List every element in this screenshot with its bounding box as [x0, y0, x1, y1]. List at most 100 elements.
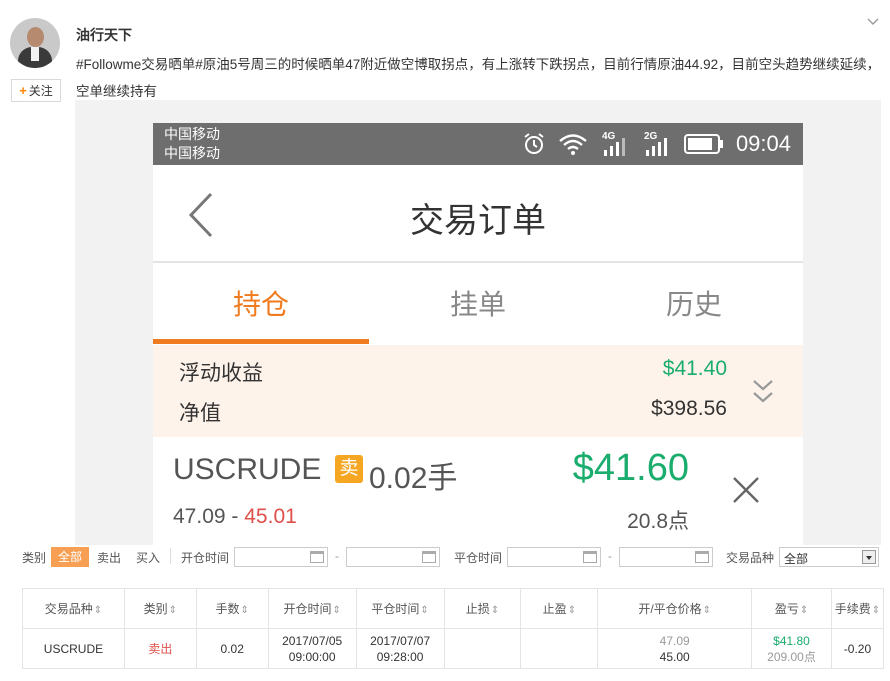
- cell-close-time: 2017/07/07 09:28:00: [355, 628, 445, 669]
- pnl-points: 209.00点: [767, 649, 816, 664]
- open-time: 09:00:00: [288, 649, 336, 664]
- column-header-lots[interactable]: 手数⇕: [195, 588, 269, 629]
- tab-positions[interactable]: 持仓: [153, 265, 369, 345]
- column-header-take-profit[interactable]: 止盈⇕: [520, 588, 599, 629]
- status-time: 09:04: [735, 131, 791, 156]
- battery-icon: [683, 134, 723, 154]
- status-bar: 中国移动 中国移动 4G 2G 09:04: [153, 123, 803, 165]
- app-navbar: 交易订单: [153, 165, 803, 263]
- column-label: 止损: [465, 602, 490, 616]
- symbol-select-value: 全部: [784, 552, 809, 566]
- column-label: 开仓时间: [283, 602, 332, 616]
- column-label: 开/平仓价格: [638, 602, 702, 616]
- open-date: 2017/07/05: [282, 633, 343, 648]
- close-position-icon[interactable]: [731, 475, 761, 505]
- close-time: 09:28:00: [376, 649, 424, 664]
- sort-icon[interactable]: ⇕: [872, 605, 880, 616]
- tab-pending[interactable]: 挂单: [370, 265, 586, 345]
- column-header-pnl[interactable]: 盈亏⇕: [751, 588, 832, 629]
- open-price: 47.09: [173, 505, 226, 528]
- cell-pnl: $41.80 209.00点: [751, 628, 832, 669]
- avatar[interactable]: [10, 18, 60, 68]
- sort-icon[interactable]: ⇕: [241, 605, 249, 616]
- position-points: 20.8点: [627, 510, 689, 533]
- date-range-dash: -: [335, 549, 339, 563]
- sort-icon[interactable]: ⇕: [491, 605, 499, 616]
- column-header-price[interactable]: 开/平仓价格⇕: [597, 588, 753, 629]
- dropdown-arrow-icon[interactable]: [862, 550, 876, 564]
- follow-label: 关注: [28, 84, 53, 98]
- sort-icon[interactable]: ⇕: [332, 605, 340, 616]
- pnl-value: $41.80: [773, 633, 810, 648]
- avatar-head: [27, 27, 44, 47]
- post-text: #Followme交易晒单#原油5号周三的时候晒单47附近做空博取拐点，有上涨转…: [76, 57, 881, 99]
- tab-history[interactable]: 历史: [586, 265, 802, 345]
- column-header-fee[interactable]: 手续费⇕: [830, 588, 885, 629]
- calendar-icon[interactable]: [695, 551, 709, 563]
- sort-icon[interactable]: ⇕: [703, 605, 711, 616]
- alarm-icon: [524, 133, 544, 154]
- range-separator: -: [231, 505, 239, 528]
- calendar-icon[interactable]: [583, 551, 597, 563]
- page-title: 交易订单: [410, 202, 546, 240]
- close-time-label: 平仓时间: [454, 551, 503, 565]
- sort-icon[interactable]: ⇕: [568, 605, 576, 616]
- current-price: 45.01: [244, 505, 297, 528]
- signal-4g-icon: 4G: [602, 131, 625, 156]
- filter-all-button[interactable]: 全部: [51, 547, 89, 567]
- sort-icon[interactable]: ⇕: [94, 605, 102, 616]
- column-label: 盈亏: [774, 602, 799, 616]
- calendar-icon[interactable]: [310, 551, 324, 563]
- divider: [170, 548, 171, 564]
- column-header-symbol[interactable]: 交易品种⇕: [22, 588, 125, 629]
- carrier-1: 中国移动: [164, 126, 220, 142]
- column-header-stop-loss[interactable]: 止损⇕: [443, 588, 522, 629]
- filter-buy-button[interactable]: 买入: [136, 549, 160, 566]
- open-time-end-input[interactable]: [346, 547, 440, 567]
- tab-bar: 持仓 挂单 历史: [153, 265, 803, 345]
- open-time-start-input[interactable]: [234, 547, 328, 567]
- cell-type: 卖出: [123, 628, 197, 669]
- equity-value: $398.56: [651, 397, 727, 420]
- symbol-filter-label: 交易品种: [726, 551, 775, 565]
- close-date: 2017/07/07: [370, 633, 431, 648]
- plus-icon: +: [19, 83, 27, 98]
- calendar-icon[interactable]: [422, 551, 436, 563]
- cell-lots: 0.02: [195, 628, 269, 669]
- username[interactable]: 油行天下: [76, 25, 132, 45]
- column-header-close-time[interactable]: 平仓时间⇕: [355, 588, 445, 629]
- cell-fee: -0.20: [830, 628, 885, 669]
- phone-screenshot: 中国移动 中国移动 4G 2G 09:04 交易订单 持仓 挂单 历史 浮动收益…: [153, 123, 803, 545]
- follow-button[interactable]: + 关注: [11, 79, 61, 102]
- orders-table: 交易品种⇕ 类别⇕ 手数⇕ 开仓时间⇕ 平仓时间⇕ 止损⇕ 止盈⇕ 开/平仓价格…: [22, 588, 885, 669]
- carrier-2: 中国移动: [164, 145, 220, 161]
- position-symbol: USCRUDE: [173, 453, 322, 486]
- symbol-select[interactable]: 全部: [779, 547, 879, 567]
- filter-sell-button[interactable]: 卖出: [97, 549, 121, 566]
- cell-symbol: USCRUDE: [22, 628, 125, 669]
- table-row[interactable]: USCRUDE 卖出 0.02 2017/07/05 09:00:00 2017/…: [22, 628, 885, 669]
- column-header-type[interactable]: 类别⇕: [123, 588, 197, 629]
- close-price-value: 45.00: [659, 649, 690, 664]
- open-price-value: 47.09: [659, 633, 690, 648]
- sort-icon[interactable]: ⇕: [420, 605, 428, 616]
- sort-icon[interactable]: ⇕: [800, 605, 808, 616]
- cell-stop-loss: [443, 628, 522, 669]
- position-card[interactable]: USCRUDE 卖 0.02手 47.09 - 45.01 $41.60 20.…: [153, 437, 803, 545]
- cell-price: 47.09 45.00: [597, 628, 753, 669]
- chevron-down-icon[interactable]: [866, 15, 880, 29]
- floating-pnl-label: 浮动收益: [179, 362, 263, 385]
- wifi-icon: [559, 134, 587, 155]
- signal-2g-icon: 2G: [644, 131, 667, 156]
- open-time-label: 开仓时间: [181, 551, 230, 565]
- column-header-open-time[interactable]: 开仓时间⇕: [267, 588, 357, 629]
- close-time-end-input[interactable]: [619, 547, 713, 567]
- network-2g-label: 2G: [644, 131, 658, 142]
- column-label: 止盈: [542, 602, 567, 616]
- position-profit: $41.60: [572, 447, 689, 489]
- sort-icon[interactable]: ⇕: [169, 605, 177, 616]
- expand-chevron-icon[interactable]: [751, 377, 775, 407]
- floating-pnl-value: $41.40: [662, 357, 727, 380]
- column-label: 手续费: [834, 602, 871, 616]
- close-time-start-input[interactable]: [507, 547, 601, 567]
